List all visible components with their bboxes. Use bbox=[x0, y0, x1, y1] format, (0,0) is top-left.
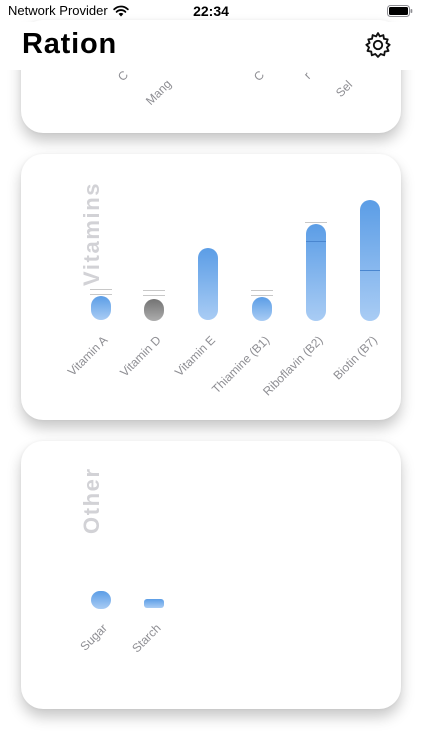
reference-line bbox=[305, 222, 327, 223]
bar-vitamin-a[interactable] bbox=[91, 296, 111, 320]
reference-line bbox=[90, 294, 112, 295]
bar-vitamin-d[interactable] bbox=[144, 299, 164, 321]
bar-biotin-b7[interactable] bbox=[360, 200, 380, 321]
bar-divider bbox=[360, 270, 380, 271]
axis-label: Starch bbox=[129, 621, 164, 656]
bar-sugar[interactable] bbox=[91, 591, 111, 609]
app-title: Ration bbox=[22, 28, 118, 60]
reference-line bbox=[143, 290, 165, 291]
axis-label: Vitamin D bbox=[117, 333, 164, 380]
nav-bar: Ration bbox=[0, 22, 422, 70]
axis-label: Sugar bbox=[77, 621, 110, 654]
minerals-axis-label: Mang bbox=[143, 76, 175, 108]
minerals-axis-label: Sel bbox=[333, 77, 356, 100]
minerals-axis-label: C bbox=[115, 67, 132, 84]
section-title-other: Other bbox=[79, 467, 104, 534]
section-title-vitamins: Vitamins bbox=[79, 181, 104, 286]
reference-line bbox=[251, 290, 273, 291]
bar-divider bbox=[306, 241, 326, 242]
bar-thiamine-b1[interactable] bbox=[252, 297, 272, 321]
battery-icon bbox=[387, 5, 413, 17]
minerals-axis-label: C bbox=[251, 67, 268, 84]
other-card: Other Sugar Starch bbox=[21, 441, 401, 709]
gear-icon[interactable] bbox=[364, 31, 392, 59]
reference-line bbox=[143, 295, 165, 296]
reference-line bbox=[90, 289, 112, 290]
status-bar: Network Provider 22:34 bbox=[0, 0, 422, 22]
axis-label: Vitamin E bbox=[171, 333, 218, 380]
vitamins-card: Vitamins Vitamin A Vitamin D Vitamin E T… bbox=[21, 154, 401, 420]
minerals-axis-label: r bbox=[301, 69, 314, 82]
axis-label: Vitamin A bbox=[64, 333, 110, 379]
bar-vitamin-e[interactable] bbox=[198, 248, 218, 320]
axis-label: Biotin (B7) bbox=[330, 333, 380, 383]
reference-line bbox=[251, 295, 273, 296]
status-time: 22:34 bbox=[193, 3, 229, 19]
bar-riboflavin-b2[interactable] bbox=[306, 224, 326, 321]
bar-starch[interactable] bbox=[144, 599, 164, 608]
